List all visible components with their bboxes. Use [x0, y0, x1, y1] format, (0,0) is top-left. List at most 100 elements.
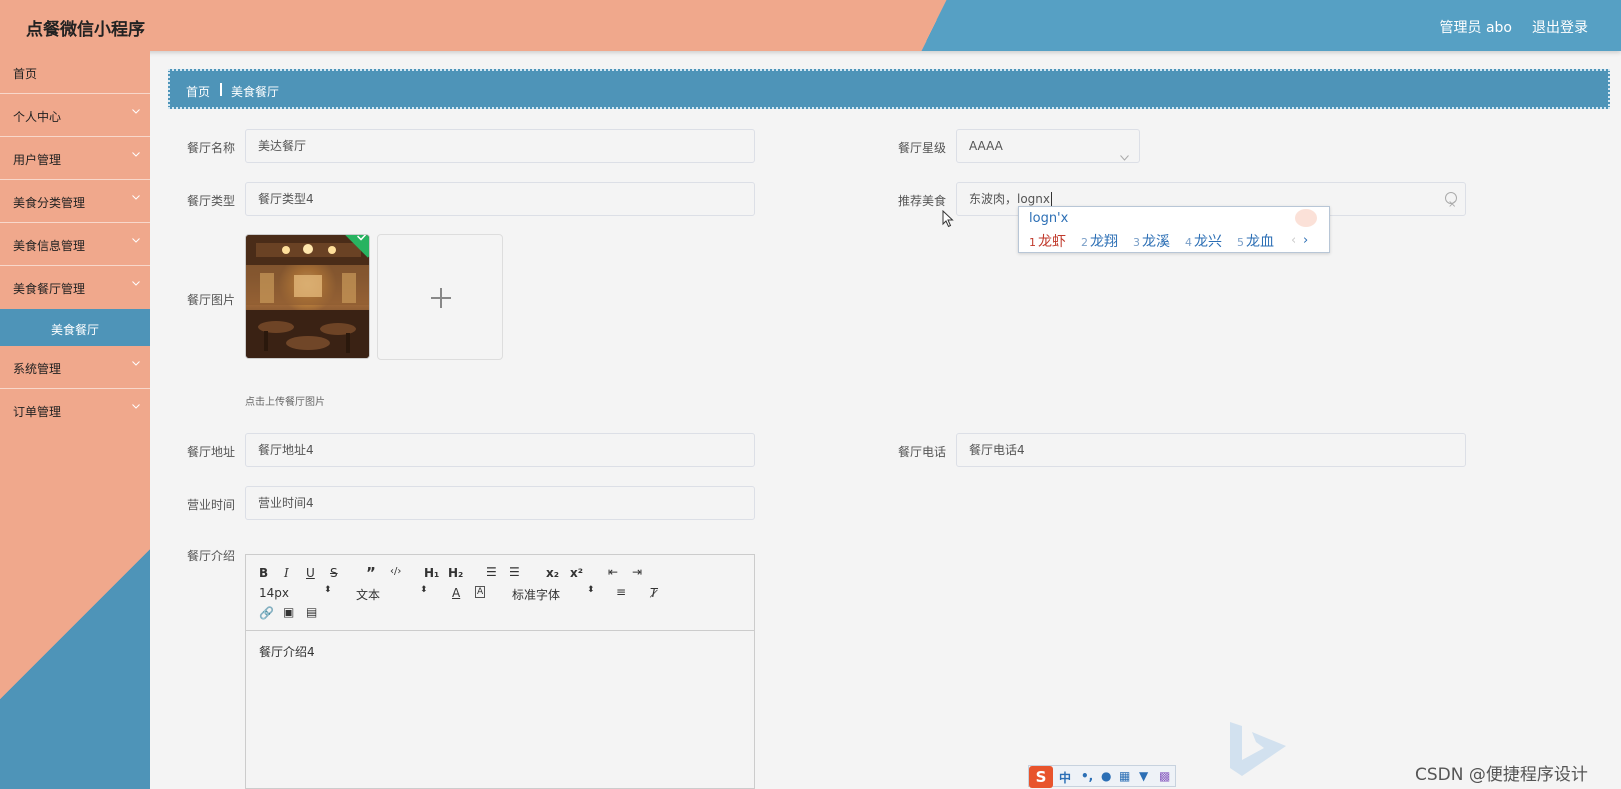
ime-mode-indicator[interactable]: 中	[1059, 769, 1071, 786]
name-input[interactable]: 美达餐厅	[245, 129, 755, 163]
ime-candidate[interactable]: 2 龙翔	[1081, 231, 1118, 251]
microphone-icon[interactable]: ●	[1101, 769, 1111, 783]
sidebar-item-system-management[interactable]: 系统管理	[0, 346, 150, 389]
video-icon[interactable]: ▤	[306, 605, 317, 619]
sidebar-item-label: 系统管理	[13, 362, 62, 376]
address-label: 餐厅地址	[187, 445, 236, 459]
ime-candidate-popup: logn'x 1 龙虾 2 龙翔 3 龙溪 4 龙兴 5 龙血 ‹ ›	[1018, 206, 1330, 253]
sidebar-item-label: 美食信息管理	[13, 239, 86, 253]
ordered-list-icon[interactable]: ☰	[486, 565, 497, 579]
hours-label: 营业时间	[187, 498, 236, 512]
skin-icon[interactable]: ▼	[1139, 769, 1148, 783]
sidebar-item-restaurant-management[interactable]: 美食餐厅管理	[0, 266, 150, 309]
sidebar-item-food-info[interactable]: 美食信息管理	[0, 223, 150, 266]
ime-composition: logn'x	[1029, 211, 1069, 226]
align-icon[interactable]: ≡	[616, 585, 626, 599]
keyboard-icon[interactable]: ▦	[1119, 769, 1130, 783]
sogou-logo-icon: S	[1029, 766, 1053, 788]
ime-status-bar[interactable]: S 中 •, ● ▦ ▼ ▩	[1028, 765, 1176, 788]
star-select-value: AAAA	[969, 139, 1003, 153]
superscript-icon[interactable]: x²	[570, 566, 583, 580]
clear-icon[interactable]	[1445, 189, 1457, 221]
restaurant-photo-illustration	[246, 235, 369, 358]
font-color-icon[interactable]: A	[452, 586, 460, 600]
toolbox-icon[interactable]: ▩	[1159, 769, 1170, 783]
candidate-number: 1	[1029, 236, 1036, 249]
strikethrough-icon[interactable]: S	[330, 566, 338, 580]
sidebar-item-label: 美食分类管理	[13, 196, 86, 210]
italic-icon[interactable]: I	[284, 566, 289, 580]
punctuation-icon[interactable]: •,	[1081, 769, 1093, 783]
candidate-text: 龙溪	[1142, 234, 1170, 250]
image-label: 餐厅图片	[187, 293, 236, 307]
sogou-logo-icon	[1295, 209, 1317, 227]
heading-2-icon[interactable]: H₂	[448, 566, 463, 580]
breadcrumb: 首页 美食餐厅	[168, 69, 1610, 109]
underline-icon[interactable]: U	[306, 566, 315, 580]
candidate-text: 龙血	[1246, 234, 1274, 250]
ime-next-icon[interactable]: ›	[1303, 233, 1308, 248]
editor-toolbar: B I U S ” ‹/› H₁ H₂ ☰ ☰ x₂ x² ⇤ ⇥ 14px ⬍…	[246, 555, 754, 631]
admin-name: 管理员 abo	[1439, 20, 1512, 36]
outdent-icon[interactable]: ⇤	[608, 565, 618, 579]
ime-candidate[interactable]: 3 龙溪	[1133, 231, 1170, 251]
chevron-up-icon	[132, 281, 140, 289]
phone-label: 餐厅电话	[898, 445, 947, 459]
editor-content[interactable]: 餐厅介绍4	[259, 643, 315, 660]
rich-text-editor: B I U S ” ‹/› H₁ H₂ ☰ ☰ x₂ x² ⇤ ⇥ 14px ⬍…	[245, 554, 755, 789]
code-icon[interactable]: ‹/›	[390, 566, 401, 577]
hours-input[interactable]: 营业时间4	[245, 486, 755, 520]
recommend-input-value: 东波肉，lognx	[969, 192, 1051, 206]
sidebar-item-label: 个人中心	[13, 110, 62, 124]
bullet-list-icon[interactable]: ☰	[509, 565, 520, 579]
background-color-icon[interactable]: A	[475, 586, 486, 598]
ime-candidate[interactable]: 5 龙血	[1237, 231, 1274, 251]
chevron-down-icon	[132, 195, 140, 203]
chevron-down-icon	[1120, 141, 1129, 173]
restaurant-image-thumbnail[interactable]	[245, 234, 370, 359]
image-upload-button[interactable]	[377, 234, 503, 360]
blockquote-icon[interactable]: ”	[366, 564, 376, 582]
sidebar-item-food-category[interactable]: 美食分类管理	[0, 180, 150, 223]
bing-logo-icon	[1230, 722, 1286, 776]
sidebar-item-label: 首页	[13, 67, 38, 81]
link-icon[interactable]: 🔗	[259, 606, 274, 620]
candidate-text: 龙兴	[1194, 234, 1222, 250]
star-label: 餐厅星级	[898, 141, 947, 155]
subscript-icon[interactable]: x₂	[546, 566, 559, 580]
font-family-select[interactable]: 标准字体	[512, 586, 560, 603]
intro-label: 餐厅介绍	[187, 549, 236, 563]
heading-1-icon[interactable]: H₁	[424, 566, 439, 580]
chevron-down-icon	[132, 109, 140, 117]
ime-candidate[interactable]: 4 龙兴	[1185, 231, 1222, 251]
clear-format-icon[interactable]: T̷	[650, 586, 657, 600]
type-label: 餐厅类型	[187, 194, 236, 208]
type-input[interactable]: 餐厅类型4	[245, 182, 755, 216]
text-caret	[1051, 192, 1053, 206]
chevron-down-icon	[132, 238, 140, 246]
ime-prev-icon[interactable]: ‹	[1291, 233, 1296, 248]
image-icon[interactable]: ▣	[283, 605, 294, 619]
chevron-down-icon	[132, 152, 140, 160]
font-size-select[interactable]: 14px	[259, 586, 289, 600]
address-input[interactable]: 餐厅地址4	[245, 433, 755, 467]
indent-icon[interactable]: ⇥	[632, 565, 642, 579]
ime-candidate[interactable]: 1 龙虾	[1029, 231, 1066, 251]
sidebar-item-order-management[interactable]: 订单管理	[0, 389, 150, 432]
breadcrumb-home[interactable]: 首页	[186, 83, 210, 100]
logout-link[interactable]: 退出登录	[1532, 17, 1588, 37]
breadcrumb-current: 美食餐厅	[231, 85, 280, 99]
sidebar-item-user-management[interactable]: 用户管理	[0, 137, 150, 180]
candidate-number: 3	[1133, 236, 1140, 249]
bold-icon[interactable]: B	[259, 566, 268, 580]
star-select[interactable]: AAAA	[956, 129, 1140, 163]
heading-select[interactable]: 文本	[356, 586, 380, 603]
chevron-down-icon	[132, 361, 140, 369]
name-label: 餐厅名称	[187, 141, 236, 155]
phone-input[interactable]: 餐厅电话4	[956, 433, 1466, 467]
sidebar-item-personal-center[interactable]: 个人中心	[0, 94, 150, 137]
sidebar-item-home[interactable]: 首页	[0, 51, 150, 94]
sidebar-item-label: 美食餐厅	[50, 323, 99, 337]
sidebar-subitem-restaurant[interactable]: 美食餐厅	[0, 309, 150, 346]
candidate-number: 5	[1237, 236, 1244, 249]
